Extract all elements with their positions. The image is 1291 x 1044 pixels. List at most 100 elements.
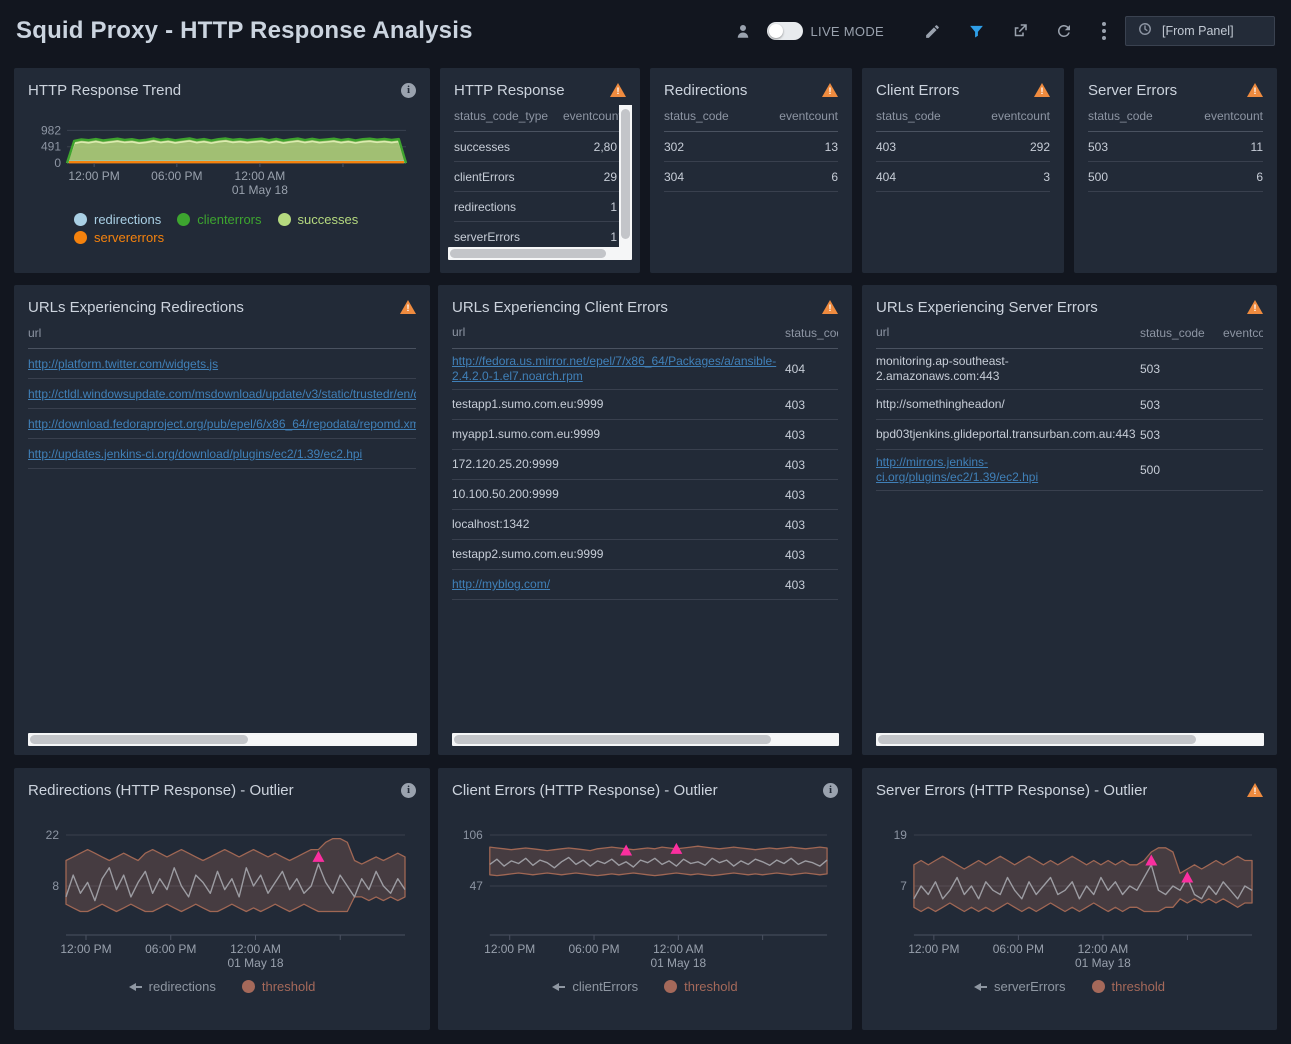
urls-server-errors-table: urlstatus_codeeventcount monitoring.ap-so… xyxy=(876,317,1263,491)
warning-icon[interactable] xyxy=(400,300,416,314)
url-link[interactable]: http://platform.twitter.com/widgets.js xyxy=(28,357,416,371)
legend-item-label: clienterrors xyxy=(197,212,261,227)
horizontal-scrollbar[interactable] xyxy=(876,733,1264,746)
warning-icon[interactable] xyxy=(1034,83,1050,97)
svg-text:982: 982 xyxy=(41,123,61,137)
cell-text: 503 xyxy=(1088,140,1193,154)
legend-item-label: threshold xyxy=(1112,979,1165,994)
vertical-scrollbar-thumb[interactable] xyxy=(621,109,630,239)
legend-line-marker xyxy=(552,983,565,991)
url-link[interactable]: http://mirrors.jenkins-ci.org/plugins/ec… xyxy=(876,455,1140,485)
cell-text: monitoring.ap-southeast-2.amazonaws.com:… xyxy=(876,354,1140,384)
urls-redirections-table: url http://platform.twitter.com/widgets.j… xyxy=(28,317,416,469)
filter-icon[interactable] xyxy=(965,20,987,42)
svg-text:12:00 PM: 12:00 PM xyxy=(60,942,111,956)
share-icon[interactable] xyxy=(1009,20,1031,42)
info-icon[interactable] xyxy=(401,783,416,798)
panel-http-response: HTTP Response status_code_typeeventcount… xyxy=(440,68,640,273)
cell-text: 500 xyxy=(1088,170,1193,184)
horizontal-scrollbar-thumb[interactable] xyxy=(454,735,771,744)
warning-icon[interactable] xyxy=(1247,783,1263,797)
cell-text: bpd03tjenkins.glideportal.transurban.com… xyxy=(876,427,1140,442)
cell-text: successes xyxy=(454,140,563,154)
table-header-row: urlstatus_codeeventcount xyxy=(876,317,1263,349)
column-header: status_code xyxy=(1088,109,1193,123)
legend-item: redirections xyxy=(74,212,161,227)
panel-urls-server-errors: URLs Experiencing Server Errors urlstatu… xyxy=(862,285,1277,755)
horizontal-scrollbar-thumb[interactable] xyxy=(30,735,248,744)
toggle-knob xyxy=(769,24,783,38)
svg-text:19: 19 xyxy=(894,828,908,842)
refresh-icon[interactable] xyxy=(1053,20,1075,42)
horizontal-scrollbar[interactable] xyxy=(452,733,839,746)
panel-client-errors: Client Errors status_codeeventcount40329… xyxy=(862,68,1064,273)
client-errors-outlier-svg: 1064712:00 PM06:00 PM12:00 AM01 May 18 xyxy=(452,804,838,974)
warning-icon[interactable] xyxy=(822,300,838,314)
time-range-selector[interactable]: [From Panel] xyxy=(1125,16,1275,46)
panel-http-response-trend: HTTP Response Trend 982491012:00 PM06:00… xyxy=(14,68,430,273)
warning-icon[interactable] xyxy=(1247,300,1263,314)
cell-text: 403 xyxy=(785,398,838,412)
column-header: eventcount xyxy=(563,109,626,123)
http-response-trend-chart: 982491012:00 PM06:00 PM12:00 AM01 May 18 xyxy=(28,104,416,210)
pencil-icon[interactable] xyxy=(921,20,943,42)
legend-item: clientErrors xyxy=(552,979,638,994)
panel-urls-redirections: URLs Experiencing Redirections urlhttp:/… xyxy=(14,285,430,755)
column-header: eventcount xyxy=(768,109,838,123)
svg-text:12:00 PM: 12:00 PM xyxy=(908,942,959,956)
table-row: http://download.fedoraproject.org/pub/ep… xyxy=(28,409,416,439)
cell-text: 13 xyxy=(768,140,838,154)
url-link[interactable]: http://fedora.us.mirror.net/epel/7/x86_6… xyxy=(452,354,785,384)
url-link[interactable]: http://download.fedoraproject.org/pub/ep… xyxy=(28,417,416,431)
panel-server-errors-outlier: Server Errors (HTTP Response) - Outlier … xyxy=(862,768,1277,1030)
cell-text: 503 xyxy=(1140,362,1215,376)
legend-dot-marker xyxy=(664,980,677,993)
table-row: 50311 xyxy=(1088,132,1263,162)
table-header-row: status_code_typeeventcount xyxy=(454,100,626,132)
warning-icon[interactable] xyxy=(822,83,838,97)
client-errors-outlier-chart: 1064712:00 PM06:00 PM12:00 AM01 May 18 xyxy=(452,804,838,974)
table-row: testapp1.sumo.com.eu:9999403 xyxy=(452,390,838,420)
legend-item-label: threshold xyxy=(684,979,737,994)
url-link[interactable]: http://ctldl.windowsupdate.com/msdownloa… xyxy=(28,387,416,401)
panel-title: URLs Experiencing Client Errors xyxy=(452,299,668,316)
svg-text:8: 8 xyxy=(52,879,59,893)
info-icon[interactable] xyxy=(823,783,838,798)
legend-item: threshold xyxy=(242,979,315,994)
legend-line-marker xyxy=(129,983,142,991)
kebab-menu-icon[interactable] xyxy=(1097,22,1111,40)
live-mode-toggle[interactable] xyxy=(767,22,803,40)
horizontal-scrollbar-thumb[interactable] xyxy=(878,735,1196,744)
trend-legend: redirectionsclienterrorssuccessesservere… xyxy=(74,212,406,245)
table-row: myapp1.sumo.com.eu:9999403 xyxy=(452,420,838,450)
dashboard-header: Squid Proxy - HTTP Response Analysis LIV… xyxy=(0,0,1291,62)
cell-text: 292 xyxy=(980,140,1050,154)
table-row: localhost:1342403 xyxy=(452,510,838,540)
user-icon[interactable] xyxy=(732,20,754,42)
url-link[interactable]: http://updates.jenkins-ci.org/download/p… xyxy=(28,447,416,461)
svg-text:12:00 PM: 12:00 PM xyxy=(484,942,535,956)
warning-icon[interactable] xyxy=(1247,83,1263,97)
panel-server-errors: Server Errors status_codeeventcount50311… xyxy=(1074,68,1277,273)
legend-item-label: redirections xyxy=(149,979,216,994)
svg-text:01 May 18: 01 May 18 xyxy=(650,956,706,970)
http-response-table: status_code_typeeventcountsuccesses2,80c… xyxy=(454,100,626,252)
legend-dot-marker xyxy=(177,213,190,226)
cell-text: 11 xyxy=(1193,140,1263,154)
horizontal-scrollbar[interactable] xyxy=(448,247,632,260)
cell-text: 304 xyxy=(664,170,768,184)
horizontal-scrollbar[interactable] xyxy=(28,733,417,746)
svg-text:06:00 PM: 06:00 PM xyxy=(145,942,196,956)
panel-title: Redirections (HTTP Response) - Outlier xyxy=(28,782,294,799)
clock-icon xyxy=(1138,22,1152,41)
column-header: url xyxy=(28,326,416,340)
cell-text: 1 xyxy=(563,230,626,244)
cell-text: 1 xyxy=(563,200,626,214)
info-icon[interactable] xyxy=(401,83,416,98)
url-link[interactable]: http://myblog.com/ xyxy=(452,577,785,592)
svg-text:06:00 PM: 06:00 PM xyxy=(993,942,1044,956)
warning-icon[interactable] xyxy=(610,83,626,97)
svg-text:12:00 AM: 12:00 AM xyxy=(235,169,286,183)
vertical-scrollbar[interactable] xyxy=(619,105,632,258)
horizontal-scrollbar-thumb[interactable] xyxy=(450,249,606,258)
